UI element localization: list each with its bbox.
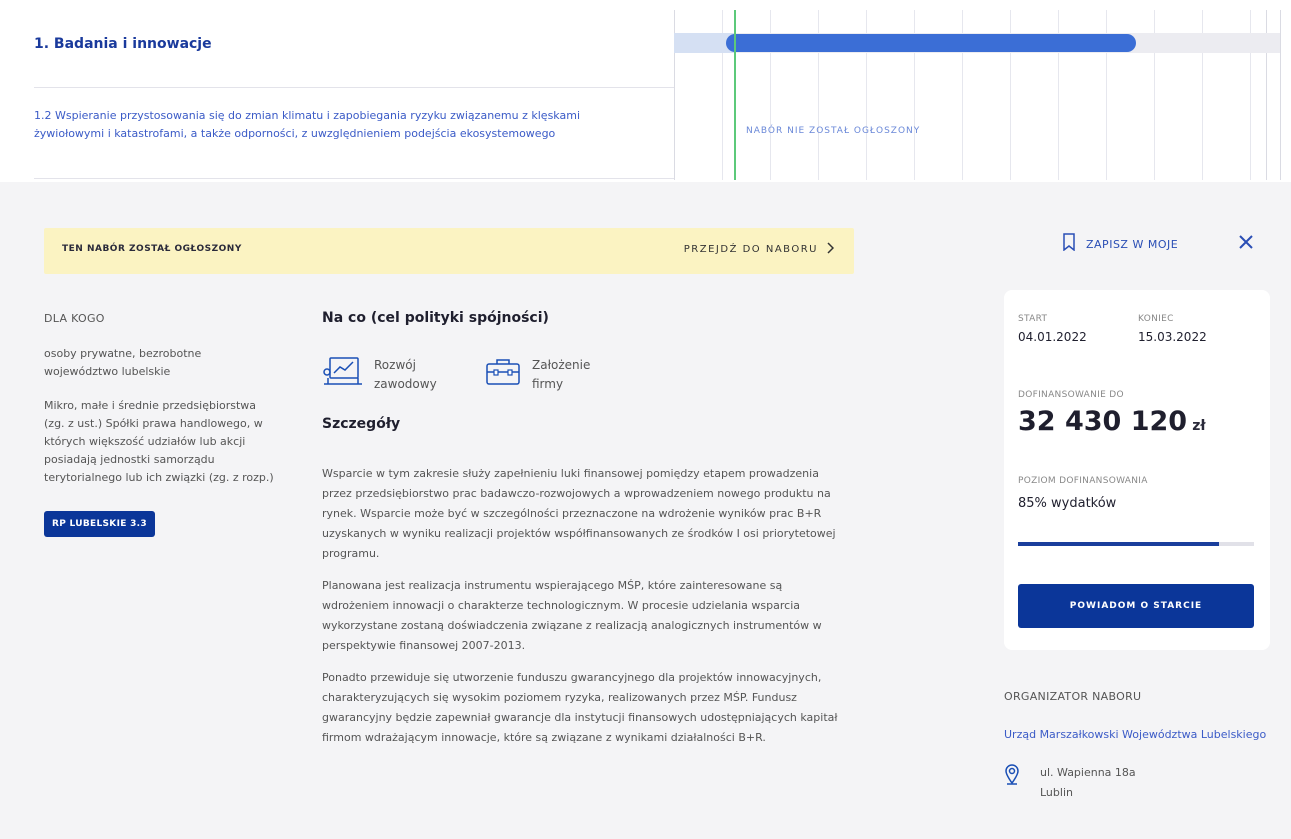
goal-tiles: Rozwój zawodowy Założenie firmy xyxy=(322,356,842,394)
organizer-street: ul. Wapienna 18a xyxy=(1040,766,1136,779)
details-paragraph: Ponadto przewiduje się utworzenie fundus… xyxy=(322,671,838,744)
funding-label: DOFINANSOWANIE DO xyxy=(1018,390,1124,400)
end-date: 15.03.2022 xyxy=(1138,330,1207,344)
program-tag[interactable]: RP LUBELSKIE 3.3 xyxy=(44,511,155,537)
measure-status: NABÓR NIE ZOSTAŁ OGŁOSZONY xyxy=(746,126,921,136)
details-paragraph: Wsparcie w tym zakresie służy zapełnieni… xyxy=(322,467,836,560)
save-label: ZAPISZ W MOJE xyxy=(1086,237,1179,251)
notify-start-button[interactable]: POWIADOM O STARCIE xyxy=(1018,584,1254,628)
level-progress-bar xyxy=(1018,542,1254,546)
target-item: Mikro, małe i średnie przedsiębiorstwa (… xyxy=(44,399,274,484)
organizer-label: ORGANIZATOR NABORU xyxy=(1004,690,1142,703)
go-to-call-link[interactable]: PRZEJDŹ DO NABORU xyxy=(683,242,835,257)
location-pin-icon xyxy=(1004,763,1020,803)
chart-board-icon xyxy=(322,356,364,392)
briefcase-icon xyxy=(484,356,522,392)
announcement-banner: TEN NABÓR ZOSTAŁ OGŁOSZONY PRZEJDŹ DO NA… xyxy=(44,228,854,274)
close-button[interactable] xyxy=(1238,234,1254,254)
priority-title[interactable]: 1. Badania i innowacje xyxy=(34,36,212,52)
goal-tile: Rozwój zawodowy xyxy=(322,356,444,394)
today-marker xyxy=(734,10,736,180)
start-label: START xyxy=(1018,314,1048,324)
goal-heading: Na co (cel polityki spójności) xyxy=(322,310,549,326)
funding-card: START 04.01.2022 KONIEC 15.03.2022 DOFIN… xyxy=(1004,290,1270,650)
organizer-address: ul. Wapienna 18a Lublin xyxy=(1004,763,1274,803)
organizer-city: Lublin xyxy=(1040,786,1073,799)
save-button[interactable]: ZAPISZ W MOJE xyxy=(1062,233,1178,255)
funding-amount: 32 430 120 xyxy=(1018,406,1188,437)
banner-text: TEN NABÓR ZOSTAŁ OGŁOSZONY xyxy=(62,244,242,254)
end-label: KONIEC xyxy=(1138,314,1174,324)
go-to-call-label: PRZEJDŹ DO NABORU xyxy=(683,244,818,255)
gantt-bar[interactable] xyxy=(726,34,1136,52)
organizer-link[interactable]: Urząd Marszałkowski Województwa Lubelski… xyxy=(1004,725,1274,745)
timeline-edge-end xyxy=(1280,10,1281,180)
gantt-row-priority[interactable]: 1. Badania i innowacje xyxy=(34,10,674,88)
gantt-chart: 1. Badania i innowacje 1.2 Wspieranie pr… xyxy=(0,0,1291,182)
details-paragraph: Planowana jest realizacja instrumentu ws… xyxy=(322,579,822,652)
start-date: 04.01.2022 xyxy=(1018,330,1087,344)
bookmark-icon xyxy=(1062,233,1076,255)
level-value: 85% wydatków xyxy=(1018,496,1117,511)
chevron-right-icon xyxy=(826,242,835,257)
details-column: Na co (cel polityki spójności) Rozwój za… xyxy=(322,310,842,760)
level-label: POZIOM DOFINANSOWANIA xyxy=(1018,476,1148,486)
target-audience-column: DLA KOGO osoby prywatne, bezrobotne woje… xyxy=(44,312,284,537)
level-progress-fill xyxy=(1018,542,1219,546)
goal-tile: Założenie firmy xyxy=(484,356,602,394)
goal-tile-label: Założenie firmy xyxy=(532,358,591,391)
close-icon xyxy=(1238,235,1254,254)
funding-currency: zł xyxy=(1192,418,1206,434)
organizer-section: ORGANIZATOR NABORU Urząd Marszałkowski W… xyxy=(1004,690,1274,803)
gantt-row-measure[interactable]: 1.2 Wspieranie przystosowania się do zmi… xyxy=(34,89,674,179)
target-label: DLA KOGO xyxy=(44,312,105,325)
measure-title[interactable]: 1.2 Wspieranie przystosowania się do zmi… xyxy=(34,107,634,143)
goal-tile-label: Rozwój zawodowy xyxy=(374,358,437,391)
target-item: osoby prywatne, bezrobotne województwo l… xyxy=(44,347,202,378)
details-heading: Szczegóły xyxy=(322,416,401,432)
